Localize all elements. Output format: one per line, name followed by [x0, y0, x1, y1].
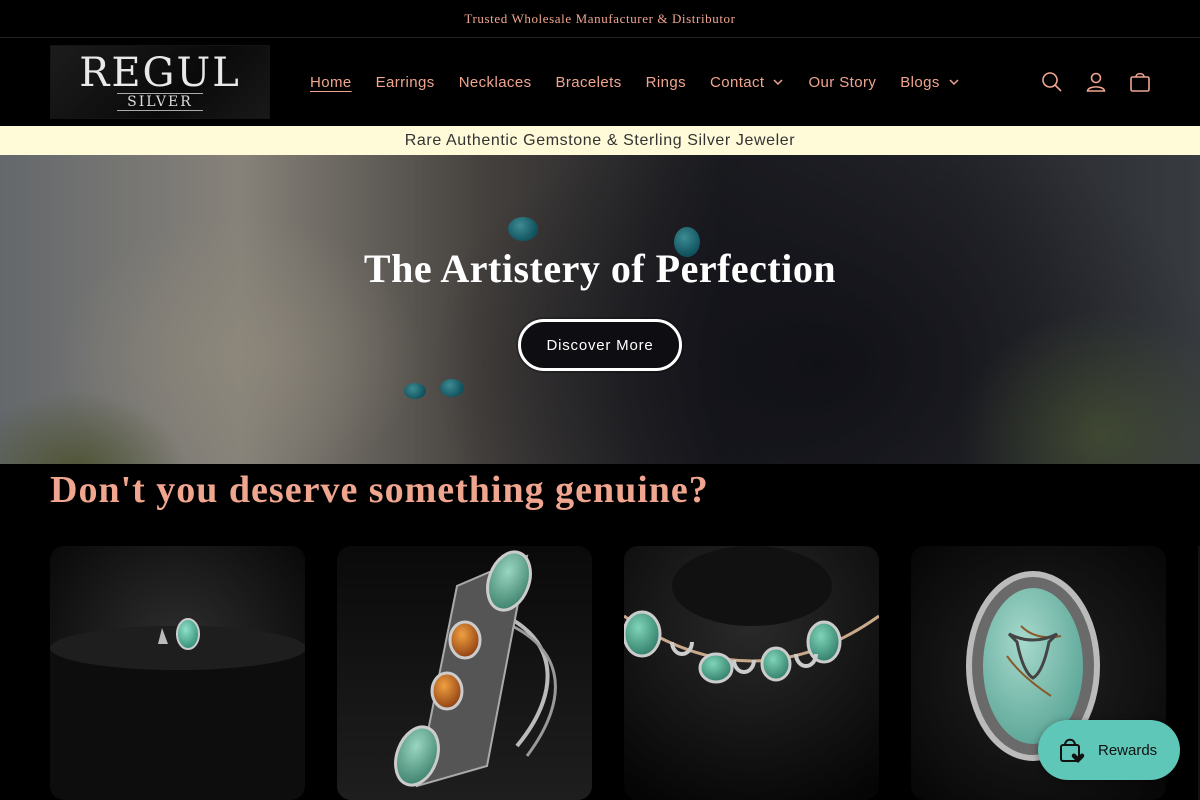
hero-overlay [0, 155, 1200, 464]
product-image-horseshoe-necklace [624, 546, 879, 800]
nav-label: Bracelets [555, 73, 622, 91]
nav-item-blogs[interactable]: Blogs [900, 74, 960, 91]
nav-label: Our Story [808, 73, 877, 91]
promo-bar: Rare Authentic Gemstone & Sterling Silve… [0, 126, 1200, 155]
header-icons [1020, 38, 1152, 126]
discover-more-button[interactable]: Discover More [518, 319, 682, 371]
product-card[interactable] [624, 546, 879, 800]
nav-item-earrings[interactable]: Earrings [376, 74, 435, 91]
logo-subtitle: SILVER [117, 93, 203, 111]
hero-banner: The Artistery of Perfection Discover Mor… [0, 155, 1200, 464]
product-grid [50, 546, 1198, 800]
hero-title: The Artistery of Perfection [363, 246, 837, 291]
collection-heading: Don't you deserve something genuine? [50, 469, 709, 511]
nav-label: Rings [645, 73, 686, 91]
cart-icon[interactable] [1128, 70, 1152, 94]
rewards-launcher[interactable]: Rewards [1038, 720, 1180, 780]
shopping-bag-heart-icon [1060, 738, 1085, 763]
rewards-label: Rewards [1098, 741, 1158, 759]
promo-text: Rare Authentic Gemstone & Sterling Silve… [404, 131, 796, 149]
nav-item-home[interactable]: Home [310, 74, 352, 91]
site-logo[interactable]: REGUL SILVER [50, 45, 270, 119]
logo-wordmark: REGUL [79, 50, 241, 96]
nav-item-rings[interactable]: Rings [646, 74, 686, 91]
nav-item-contact[interactable]: Contact [710, 74, 785, 91]
site-header: REGUL SILVER Home Earrings Necklaces Bra… [0, 38, 1200, 126]
featured-collection: Don't you deserve something genuine? [0, 464, 1200, 800]
nav-item-bracelets[interactable]: Bracelets [555, 74, 621, 91]
announcement-text: Trusted Wholesale Manufacturer & Distrib… [464, 10, 736, 26]
nav-label: Home [310, 73, 352, 91]
nav-label: Blogs [900, 73, 940, 91]
nav-label: Necklaces [458, 73, 532, 91]
nav-label: Contact [709, 73, 765, 91]
product-card[interactable] [50, 546, 305, 800]
main-nav: Home Earrings Necklaces Bracelets Rings … [310, 74, 984, 91]
nav-label: Earrings [375, 73, 435, 91]
product-image-ring-stand [50, 546, 305, 800]
product-card[interactable] [337, 546, 592, 800]
account-icon[interactable] [1084, 70, 1108, 94]
nav-item-necklaces[interactable]: Necklaces [459, 74, 532, 91]
search-icon[interactable] [1040, 70, 1064, 94]
chevron-down-icon [773, 79, 784, 86]
product-image-long-ring [337, 546, 592, 800]
announcement-bar: Trusted Wholesale Manufacturer & Distrib… [0, 0, 1200, 38]
nav-item-our-story[interactable]: Our Story [808, 74, 876, 91]
chevron-down-icon [949, 79, 959, 86]
